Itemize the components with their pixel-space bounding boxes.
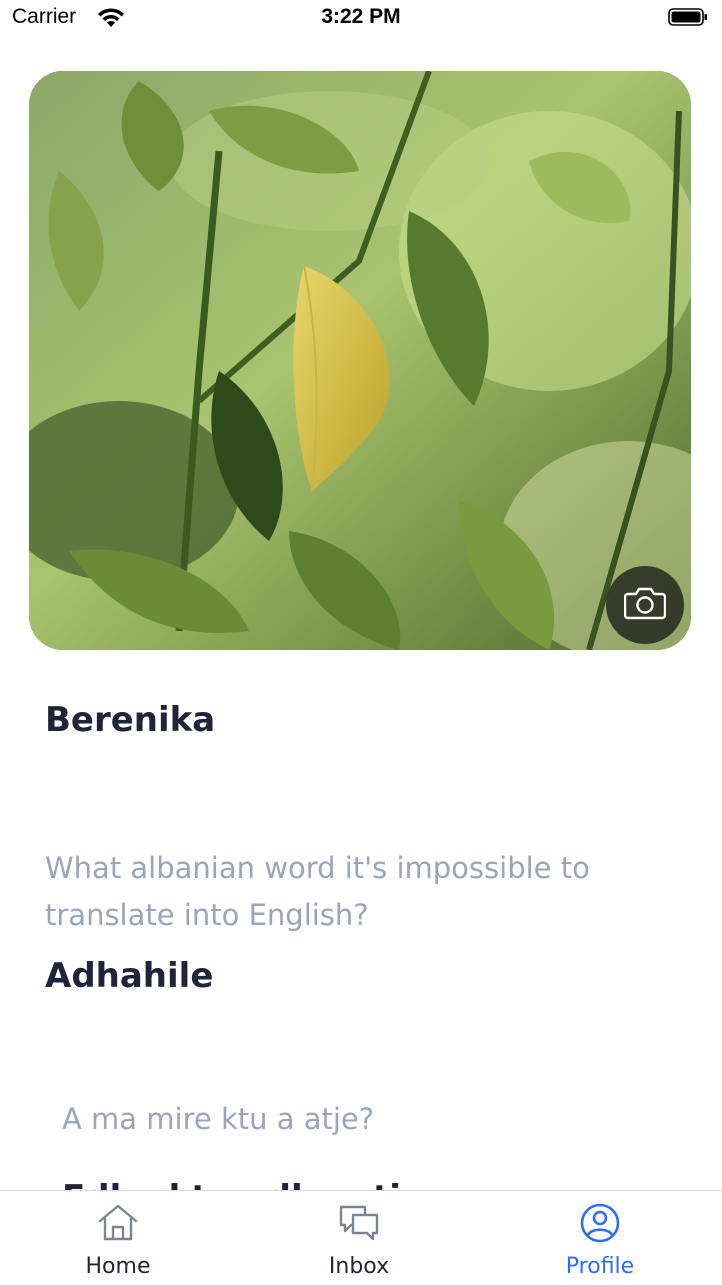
question-text: A ma mire ktu a atje? (62, 1102, 375, 1136)
profile-name: Berenika (45, 700, 216, 740)
question-text: What albanian word it's impossible to tr… (45, 851, 590, 932)
chat-bubbles-icon (337, 1201, 381, 1245)
change-photo-button[interactable] (606, 566, 684, 644)
tab-profile[interactable]: Profile (520, 1191, 680, 1285)
camera-icon (623, 586, 667, 624)
tab-profile-label: Profile (565, 1254, 635, 1279)
answer-text: Adhahile (45, 956, 214, 996)
clock: 3:22 PM (321, 5, 401, 28)
tab-inbox-label: Inbox (328, 1254, 390, 1279)
battery-icon (668, 8, 708, 26)
profile-photo (29, 71, 691, 650)
status-bar: Carrier 3:22 PM (0, 0, 722, 40)
home-icon (96, 1201, 140, 1245)
tab-home[interactable]: Home (38, 1191, 198, 1285)
tab-home-label: Home (85, 1254, 151, 1279)
user-circle-icon (578, 1201, 622, 1245)
tab-bar: Home Inbox Profile (0, 1190, 722, 1285)
tab-inbox[interactable]: Inbox (279, 1191, 439, 1285)
